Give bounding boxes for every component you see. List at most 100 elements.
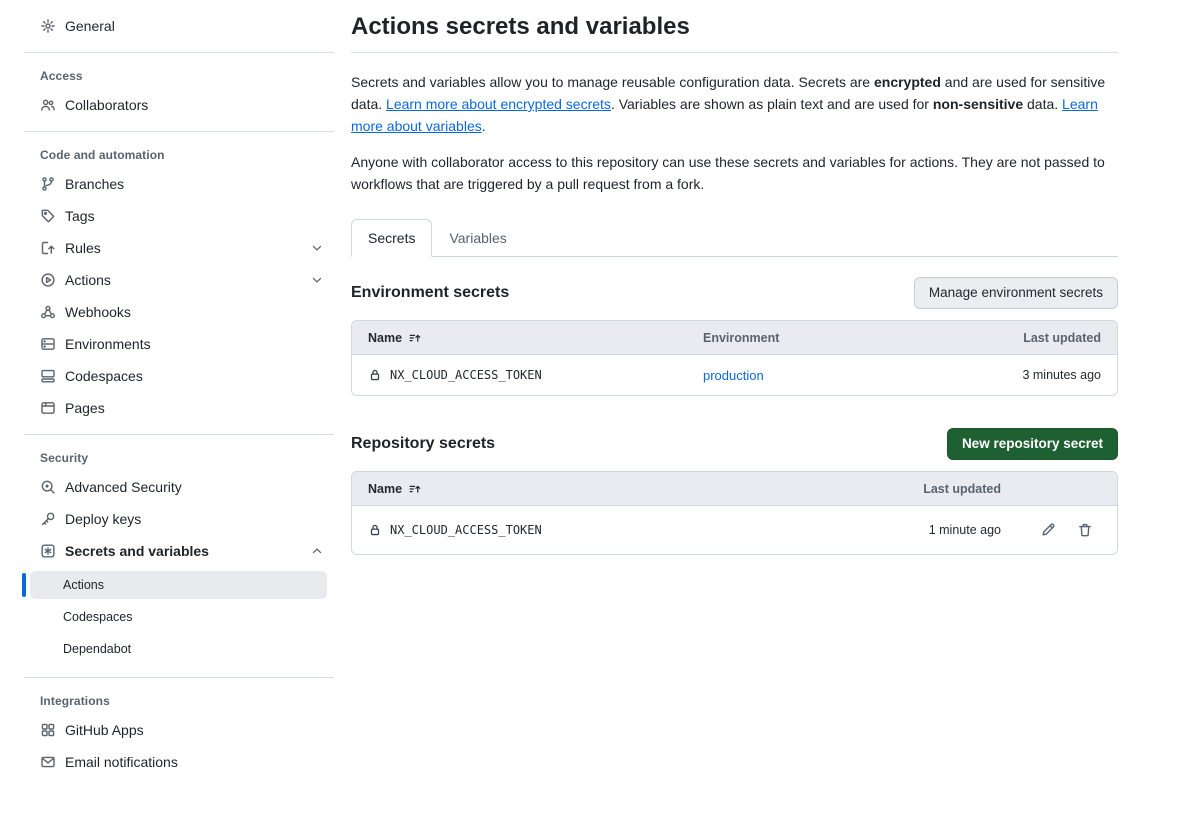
sidebar-item-branches[interactable]: Branches [24,168,334,200]
sidebar-item-collaborators[interactable]: Collaborators [24,89,334,121]
intro-segment: Secrets and variables allow you to manag… [351,74,874,90]
column-header-environment: Environment [687,331,917,345]
environment-secret-row: NX_CLOUD_ACCESS_TOKEN production 3 minut… [352,354,1117,395]
sidebar-item-secrets-and-variables[interactable]: Secrets and variables [24,535,334,567]
sidebar-subitem-label: Actions [63,578,104,592]
sidebar-item-webhooks[interactable]: Webhooks [24,296,334,328]
column-header-name[interactable]: Name [352,331,687,345]
sidebar-item-label: Webhooks [65,302,131,322]
delete-secret-button[interactable] [1077,522,1093,538]
title-divider [351,52,1118,53]
browser-icon [40,400,56,416]
sidebar-item-general[interactable]: General [24,10,334,42]
mail-icon [40,754,56,770]
sidebar-item-label: GitHub Apps [65,720,144,740]
sidebar-heading-security: Security [24,439,334,471]
rules-icon [40,240,56,256]
sidebar-section-access: Access Collaborators [24,57,334,132]
settings-page: General Access Collaborators Code and au… [0,0,1177,792]
intro-paragraph-1: Secrets and variables allow you to manag… [351,71,1107,137]
git-branch-icon [40,176,56,192]
intro-segment: data. [1023,96,1062,112]
play-circle-icon [40,272,56,288]
sidebar-item-label: Tags [65,206,95,226]
edit-secret-button[interactable] [1040,522,1056,538]
sidebar-item-label: General [65,16,115,36]
last-updated-text: 3 minutes ago [1022,368,1101,382]
sort-ascending-icon [408,482,422,496]
secret-name: NX_CLOUD_ACCESS_TOKEN [368,368,542,382]
gear-icon [40,18,56,34]
sidebar-subitem-label: Dependabot [63,642,131,656]
apps-grid-icon [40,722,56,738]
sidebar-item-rules[interactable]: Rules [24,232,334,264]
column-header-last-updated: Last updated [891,482,1001,496]
manage-environment-secrets-button[interactable]: Manage environment secrets [914,277,1118,309]
environment-secrets-header: Environment secrets Manage environment s… [351,277,1118,309]
sidebar-item-label: Codespaces [65,366,143,386]
repository-secrets-table-header: Name Last updated [352,472,1117,505]
repository-secrets-title: Repository secrets [351,435,495,453]
column-header-name[interactable]: Name [352,482,891,496]
page-title: Actions secrets and variables [351,12,1118,42]
sidebar-section-general: General [24,10,334,53]
new-repository-secret-button[interactable]: New repository secret [947,428,1118,460]
sidebar-heading-integrations: Integrations [24,682,334,714]
secret-name-text: NX_CLOUD_ACCESS_TOKEN [390,523,542,537]
chevron-down-icon [310,241,324,255]
sidebar-item-label: Collaborators [65,95,148,115]
intro-segment-bold: non-sensitive [933,96,1023,112]
column-header-label: Name [368,482,402,496]
repository-secrets-table: Name Last updated [351,471,1118,555]
sidebar-item-label: Secrets and variables [65,541,209,561]
lock-icon [368,523,382,537]
sidebar-subitem-dependabot[interactable]: Dependabot [30,635,327,663]
last-updated-text: 1 minute ago [929,523,1001,537]
sidebar-subitem-codespaces[interactable]: Codespaces [30,603,327,631]
sidebar-item-email-notifications[interactable]: Email notifications [24,746,334,778]
webhook-icon [40,304,56,320]
codespaces-icon [40,368,56,384]
sidebar-section-security: Security Advanced Security [24,439,334,678]
sidebar-subitem-actions[interactable]: Actions [30,571,327,599]
main-content: Actions secrets and variables Secrets an… [351,0,1118,555]
secrets-variables-tabnav: Secrets Variables [351,219,1118,257]
sidebar-item-label: Deploy keys [65,509,141,529]
repository-secrets-header: Repository secrets New repository secret [351,428,1118,460]
sidebar-section-code-automation: Code and automation Branches [24,136,334,435]
sidebar-item-label: Pages [65,398,105,418]
lock-icon [368,368,382,382]
sidebar-item-actions[interactable]: Actions [24,264,334,296]
sidebar-item-label: Actions [65,270,111,290]
sort-ascending-icon [408,331,422,345]
people-icon [40,97,56,113]
column-header-label: Name [368,331,402,345]
sidebar-item-environments[interactable]: Environments [24,328,334,360]
tab-secrets[interactable]: Secrets [351,219,432,257]
secret-asterisk-icon [40,543,56,559]
settings-sidebar: General Access Collaborators Code and au… [0,0,334,792]
sidebar-item-tags[interactable]: Tags [24,200,334,232]
environment-secrets-table-header: Name Environment Last updated [352,321,1117,354]
sidebar-item-advanced-security[interactable]: Advanced Security [24,471,334,503]
key-icon [40,511,56,527]
environment-secrets-table: Name Environment Last updated [351,320,1118,396]
sidebar-item-label: Environments [65,334,151,354]
intro-paragraph-2: Anyone with collaborator access to this … [351,151,1107,195]
column-header-last-updated: Last updated [917,331,1117,345]
secret-name-text: NX_CLOUD_ACCESS_TOKEN [390,368,542,382]
trash-icon [1077,522,1093,538]
repository-secret-row: NX_CLOUD_ACCESS_TOKEN 1 minute ago [352,505,1117,554]
intro-segment: . Variables are shown as plain text and … [611,96,933,112]
sidebar-item-codespaces[interactable]: Codespaces [24,360,334,392]
sidebar-item-label: Branches [65,174,124,194]
sidebar-item-pages[interactable]: Pages [24,392,334,424]
tab-variables[interactable]: Variables [432,219,523,257]
sidebar-heading-code-automation: Code and automation [24,136,334,168]
sidebar-item-label: Rules [65,238,101,258]
chevron-up-icon [310,544,324,558]
sidebar-item-github-apps[interactable]: GitHub Apps [24,714,334,746]
environment-link[interactable]: production [703,368,764,383]
sidebar-item-deploy-keys[interactable]: Deploy keys [24,503,334,535]
encrypted-secrets-link[interactable]: Learn more about encrypted secrets [386,96,611,112]
